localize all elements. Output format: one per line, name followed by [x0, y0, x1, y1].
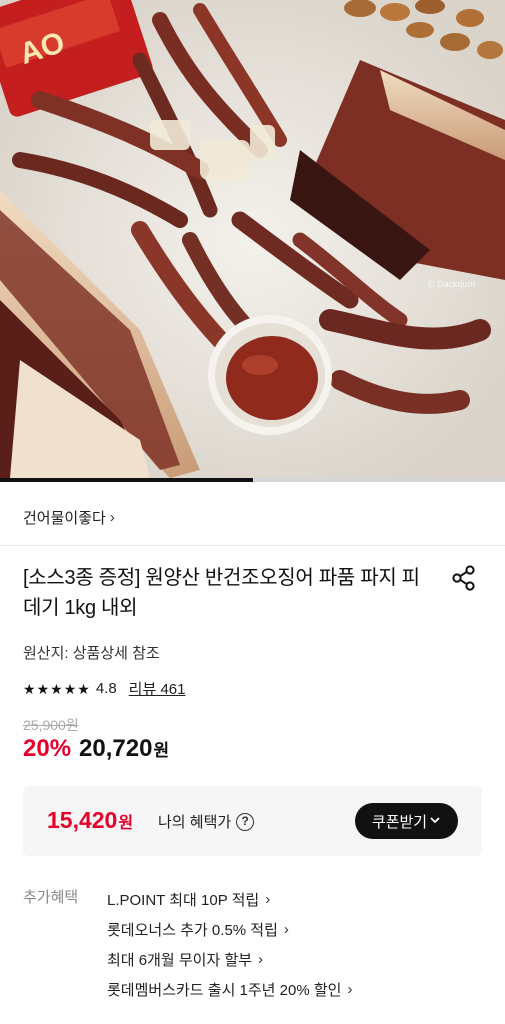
benefit-price: 15,420 원 — [47, 807, 133, 834]
product-image[interactable]: AO © Dackrjum — [0, 0, 505, 478]
extra-benefits-list: L.POINT 최대 10P 적립 › 롯데오너스 추가 0.5% 적립 › 최대 6개… — [107, 884, 352, 1004]
brand-link[interactable]: 건어물이좋다 › — [23, 507, 115, 528]
benefit-price-unit: 원 — [118, 815, 134, 832]
star-icon: ★ — [50, 680, 63, 697]
extra-benefit-text: 롯데멤버스카드 출시 1주년 20% 할인 — [107, 981, 342, 999]
star-icon: ★ — [36, 680, 50, 697]
divider — [0, 545, 505, 546]
sale-price: 20,720 — [79, 735, 153, 762]
star-icon: ★ — [23, 680, 36, 697]
extra-benefit-item[interactable]: 롯데멤버스카드 출시 1주년 20% 할인 › — [107, 974, 352, 1004]
extra-benefit-text: L.POINT 최대 10P 적립 — [107, 891, 260, 909]
brand-name: 건어물이좋다 — [23, 510, 106, 527]
discount-rate: 20% — [23, 735, 72, 762]
star-icon: ★ — [77, 680, 90, 697]
rating-score: 4.8 — [95, 680, 117, 697]
benefit-label: 나의 혜택가 ? — [158, 811, 255, 832]
product-title: [소스3종 증정] 원양산 반건조오징어 파품 파지 피데기 1kg 내외 — [23, 567, 420, 619]
carousel-progress — [0, 478, 505, 482]
share-icon[interactable] — [450, 564, 478, 592]
chevron-right-icon: › — [258, 950, 264, 968]
extra-benefit-text: 최대 6개월 무이자 할부 — [107, 951, 253, 969]
extra-benefit-text: 롯데오너스 추가 0.5% 적립 — [107, 921, 278, 939]
carousel-progress-fill — [0, 478, 253, 482]
star-icon: ★ — [63, 680, 77, 697]
benefit-box: 15,420 원 나의 혜택가 ? 쿠폰받기 — [23, 786, 482, 856]
rating-stars: ★ ★ ★ ★ ★ — [23, 680, 90, 698]
price-row: 20% 20,720 원 — [23, 735, 169, 763]
rating-row: ★ ★ ★ ★ ★ 4.8 리뷰 461 — [23, 678, 185, 699]
extra-benefit-item[interactable]: 롯데오너스 추가 0.5% 적립 › — [107, 914, 352, 944]
extra-benefit-item[interactable]: L.POINT 최대 10P 적립 › — [107, 884, 352, 914]
original-price: 25,900원 — [23, 717, 79, 733]
coupon-button-label: 쿠폰받기 — [371, 813, 428, 831]
review-link[interactable]: 리뷰 461 — [129, 678, 186, 699]
sauce-cup — [208, 315, 332, 435]
chevron-down-icon — [429, 813, 441, 830]
origin-info: 원산지: 상품상세 참조 — [23, 645, 160, 662]
benefit-label-text: 나의 혜택가 — [158, 814, 232, 831]
price-unit: 원 — [153, 741, 170, 760]
chevron-right-icon: › — [283, 920, 289, 938]
extra-benefits-label: 추가혜택 — [23, 889, 79, 906]
chevron-right-icon: › — [265, 890, 271, 908]
coupon-button[interactable]: 쿠폰받기 — [355, 803, 458, 839]
watermark-text: © Dackrjum — [428, 279, 475, 289]
extra-benefit-item[interactable]: 최대 6개월 무이자 할부 › — [107, 944, 352, 974]
benefit-price-value: 15,420 — [47, 807, 118, 833]
chevron-right-icon: › — [109, 509, 115, 526]
chevron-right-icon: › — [347, 980, 353, 998]
grilled-squid-photo: AO © Dackrjum — [0, 0, 505, 478]
help-icon[interactable]: ? — [236, 812, 255, 831]
